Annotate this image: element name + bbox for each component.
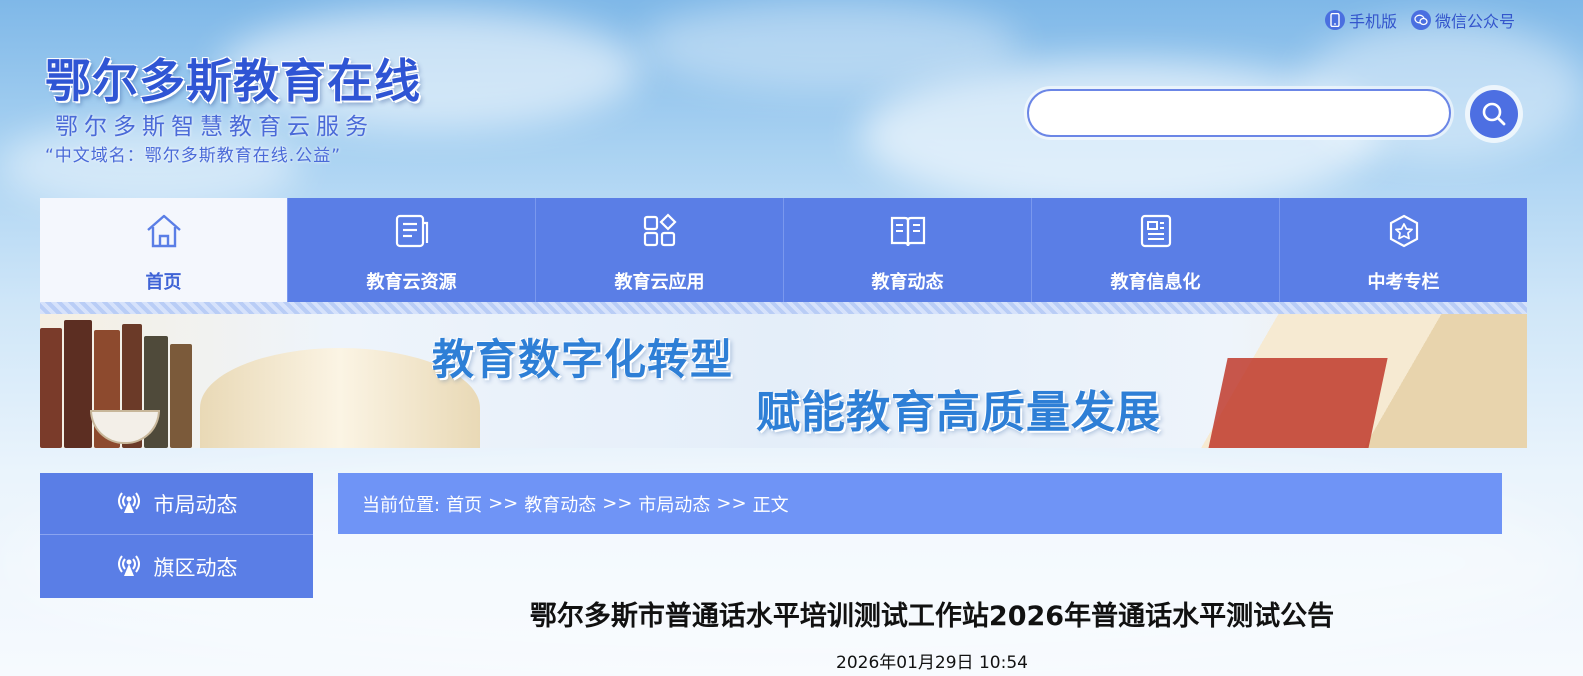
article-date: 2026年01月29日 10:54 <box>836 653 1028 673</box>
site-domain: “中文域名：鄂尔多斯教育在线.公益” <box>45 146 342 166</box>
sidebar-item-label: 旗区动态 <box>153 555 238 580</box>
apps-icon <box>642 208 678 254</box>
nav-label: 首页 <box>145 272 182 293</box>
book-illustration <box>64 320 92 448</box>
book-illustration <box>40 328 62 448</box>
sidebar-item-district-news[interactable]: 旗区动态 <box>40 535 313 598</box>
nav-item-cloud-apps[interactable]: 教育云应用 <box>536 198 784 302</box>
nav-item-zhongkao[interactable]: 中考专栏 <box>1280 198 1527 302</box>
mobile-icon <box>1324 10 1345 30</box>
hero-banner: 教育数字化转型 赋能教育高质量发展 <box>40 314 1527 448</box>
mobile-version-label: 手机版 <box>1348 12 1397 31</box>
sidebar: 市局动态 旗区动态 <box>40 473 313 598</box>
search-input[interactable] <box>1027 89 1451 137</box>
nav-divider <box>40 302 1527 314</box>
broadcast-icon <box>116 551 142 582</box>
book-icon <box>889 208 927 254</box>
nav-item-home[interactable]: 首页 <box>40 198 288 302</box>
nav-label: 教育信息化 <box>1110 272 1201 293</box>
document-icon <box>394 208 430 254</box>
breadcrumb-city-news[interactable]: 市局动态 <box>638 491 710 517</box>
nav-label: 教育云资源 <box>366 272 457 293</box>
badge-icon <box>1386 208 1422 254</box>
broadcast-icon <box>116 488 142 519</box>
wechat-icon <box>1410 10 1431 30</box>
sidebar-item-label: 市局动态 <box>153 492 238 517</box>
breadcrumb: 当前位置: 首页 >> 教育动态 >> 市局动态 >> 正文 <box>338 473 1502 534</box>
nav-label: 教育云应用 <box>614 272 705 293</box>
nav-label: 教育动态 <box>871 272 944 293</box>
wechat-link[interactable]: 微信公众号 <box>1410 8 1515 32</box>
mobile-version-link[interactable]: 手机版 <box>1324 8 1397 32</box>
breadcrumb-prefix: 当前位置: <box>362 494 441 516</box>
book-illustration <box>170 344 192 448</box>
sidebar-item-city-news[interactable]: 市局动态 <box>40 473 313 535</box>
banner-headline: 教育数字化转型 <box>432 335 734 384</box>
main-nav: 首页 教育云资源 教育云应用 教育动态 教育信息化 中考专栏 <box>40 198 1527 302</box>
site-subtitle: 鄂尔多斯智慧教育云服务 <box>55 114 374 140</box>
breadcrumb-separator: >> <box>716 493 747 514</box>
open-book-illustration <box>1206 358 1388 448</box>
search-button[interactable] <box>1465 85 1523 143</box>
banner-subheadline: 赋能教育高质量发展 <box>756 387 1161 438</box>
breadcrumb-edu-news[interactable]: 教育动态 <box>524 491 596 517</box>
search-box <box>1024 86 1454 140</box>
breadcrumb-current: 正文 <box>752 494 789 516</box>
article-title: 鄂尔多斯市普通话水平培训测试工作站2026年普通话水平测试公告 <box>529 601 1335 632</box>
breadcrumb-separator: >> <box>488 493 519 514</box>
search-icon <box>1470 90 1518 138</box>
info-icon <box>1139 208 1173 254</box>
nav-item-edu-news[interactable]: 教育动态 <box>784 198 1032 302</box>
site-logo[interactable]: 鄂尔多斯教育在线 鄂尔多斯智慧教育云服务 “中文域名：鄂尔多斯教育在线.公益” <box>45 52 421 168</box>
nav-item-edu-informatization[interactable]: 教育信息化 <box>1032 198 1280 302</box>
nav-label: 中考专栏 <box>1367 272 1440 293</box>
site-title: 鄂尔多斯教育在线 <box>45 54 421 108</box>
top-links: 手机版 微信公众号 <box>1324 8 1515 32</box>
home-icon <box>144 208 184 254</box>
nav-item-cloud-resources[interactable]: 教育云资源 <box>288 198 536 302</box>
wechat-label: 微信公众号 <box>1434 12 1515 31</box>
breadcrumb-separator: >> <box>602 493 633 514</box>
breadcrumb-home[interactable]: 首页 <box>446 491 482 517</box>
